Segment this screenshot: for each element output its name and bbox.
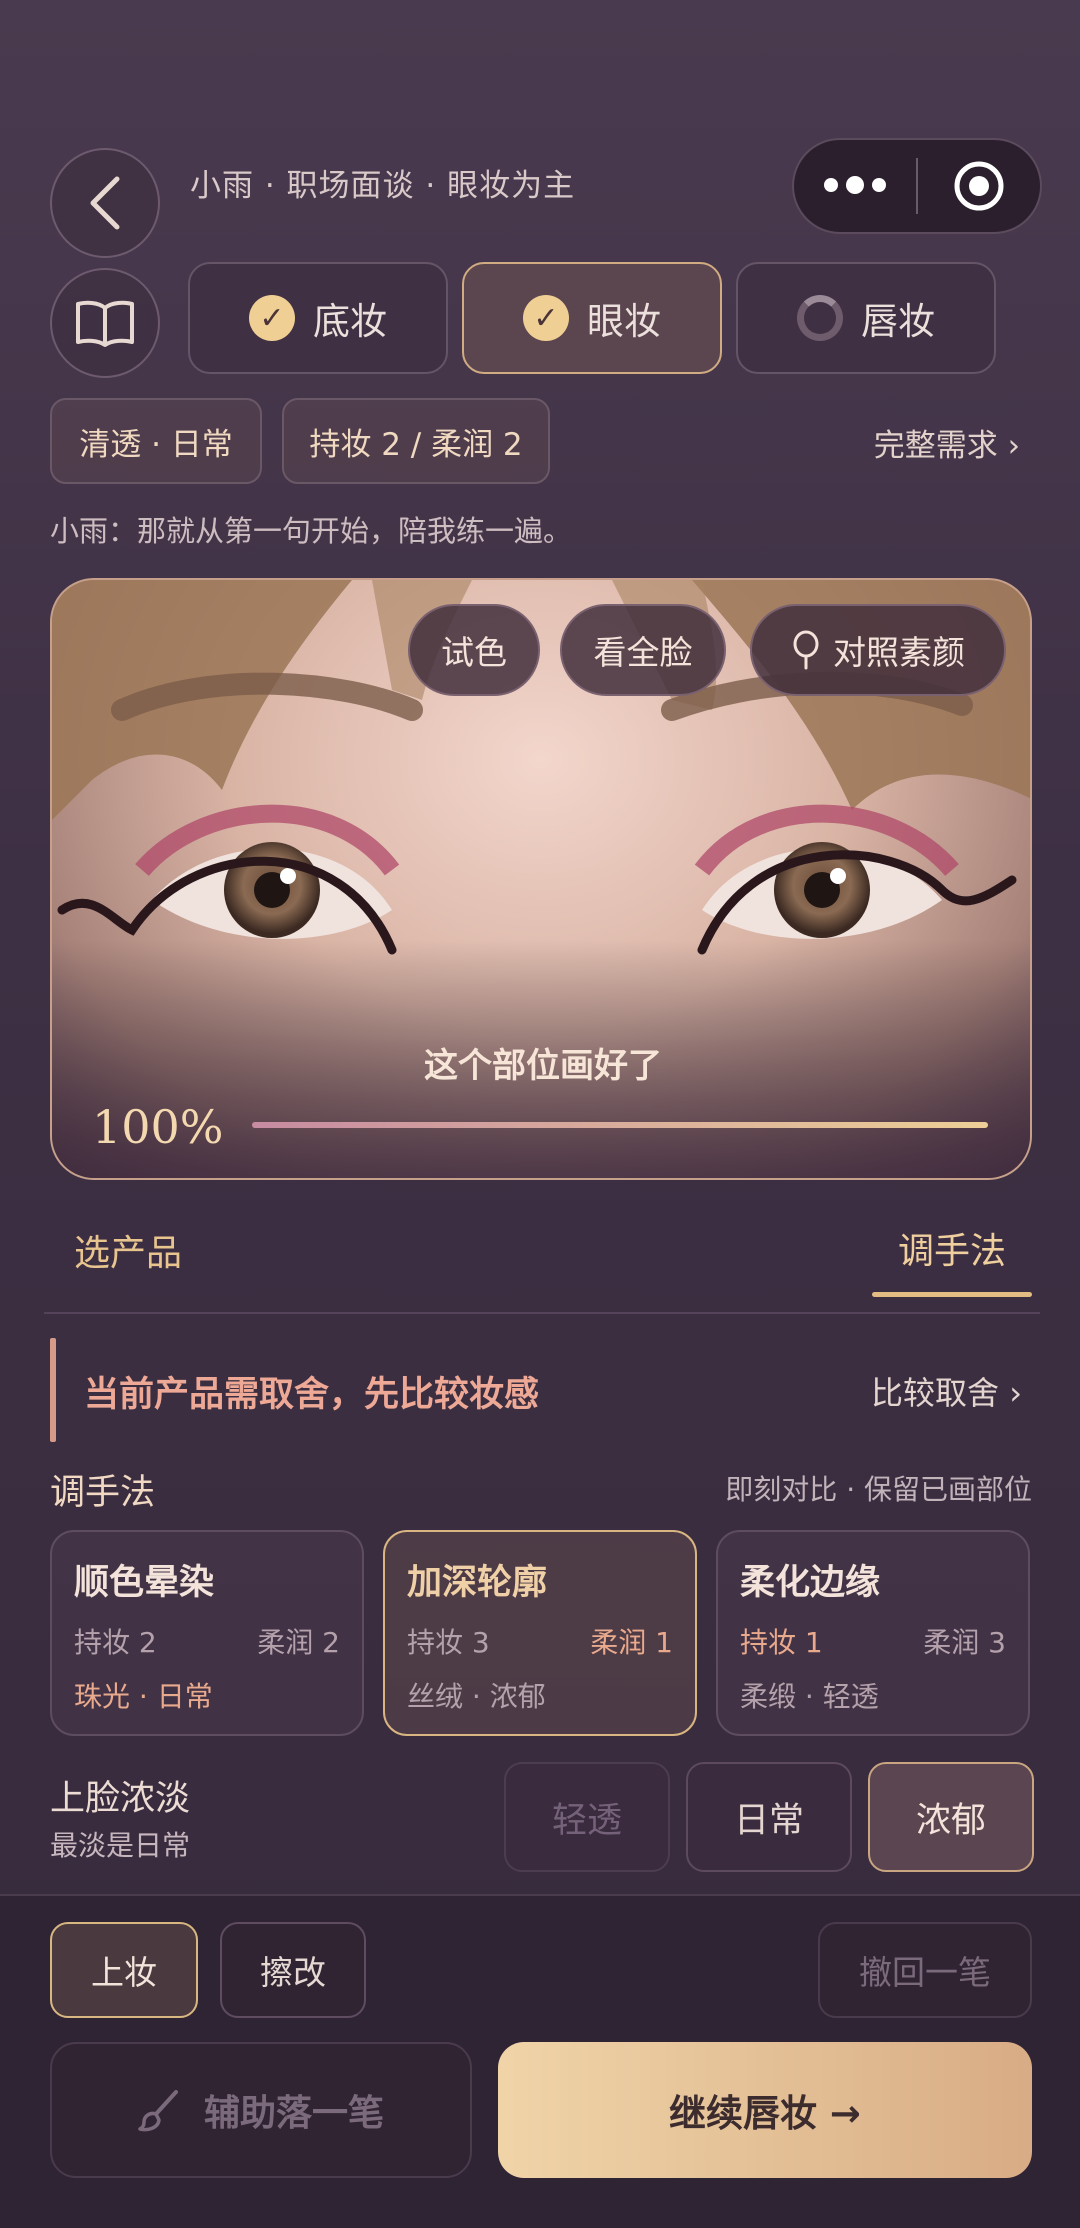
stage-label: 底妆 <box>313 300 387 343</box>
intensity-rich-button[interactable]: 浓郁 <box>868 1762 1034 1872</box>
wear-metric: 持妆 2 <box>74 1626 157 1659</box>
stage-label: 眼妆 <box>587 300 661 343</box>
check-icon: ✓ <box>523 295 569 341</box>
intensity-title: 上脸浓淡 <box>50 1779 191 1819</box>
stage-tab-foundation[interactable]: ✓ 底妆 <box>188 262 448 374</box>
progress-fill <box>252 1122 988 1128</box>
technique-card-soften[interactable]: 柔化边缘 持妆 1 柔润 3 柔缎 · 轻透 <box>716 1530 1030 1736</box>
card-title: 加深轮廓 <box>407 1563 548 1603</box>
hand-mirror-icon <box>793 630 819 670</box>
more-button[interactable] <box>794 176 916 194</box>
metrics-chip[interactable]: 持妆 2 / 柔润 2 <box>282 398 550 484</box>
intensity-subtitle: 最淡是日常 <box>50 1829 191 1862</box>
technique-card-blend[interactable]: 顺色晕染 持妆 2 柔润 2 珠光 · 日常 <box>50 1530 364 1736</box>
makeup-preview[interactable]: 试色 看全脸 对照素颜 这个部位画好了 100% <box>50 578 1032 1180</box>
card-tags: 丝绒 · 浓郁 <box>407 1680 546 1713</box>
brush-icon <box>138 2090 178 2132</box>
technique-title: 调手法 <box>50 1473 156 1513</box>
stage-label: 唇妆 <box>861 300 935 343</box>
style-chip[interactable]: 清透 · 日常 <box>50 398 262 484</box>
intensity-light-button[interactable]: 轻透 <box>504 1762 670 1872</box>
full-face-label: 看全脸 <box>593 633 693 672</box>
stage-tab-eye[interactable]: ✓ 眼妆 <box>462 262 722 374</box>
compare-bare-button[interactable]: 对照素颜 <box>750 604 1006 696</box>
progress-percent: 100% <box>92 1100 224 1154</box>
tab-indicator <box>872 1292 1032 1297</box>
assist-stroke-button[interactable]: 辅助落一笔 <box>50 2042 472 2178</box>
wear-metric: 持妆 3 <box>407 1626 490 1659</box>
soft-metric: 柔润 2 <box>257 1626 340 1659</box>
check-icon: ✓ <box>249 295 295 341</box>
compare-bare-label: 对照素颜 <box>833 633 965 672</box>
card-tags: 珠光 · 日常 <box>74 1680 213 1713</box>
wear-metric: 持妆 1 <box>740 1626 823 1659</box>
card-tags: 柔缎 · 轻透 <box>740 1680 879 1713</box>
more-dots-icon <box>824 176 886 194</box>
full-request-link[interactable]: 完整需求 › <box>874 420 1020 465</box>
open-book-icon <box>76 300 134 347</box>
tab-technique[interactable]: 调手法 <box>898 1222 1006 1274</box>
compare-tradeoff-link[interactable]: 比较取舍 › <box>871 1368 1022 1414</box>
card-title: 柔化边缘 <box>740 1563 881 1603</box>
tab-products[interactable]: 选产品 <box>74 1224 182 1276</box>
dialogue-line: 小雨：那就从第一句开始，陪我练一遍。 <box>50 514 573 548</box>
erase-tool-button[interactable]: 擦改 <box>220 1922 366 2018</box>
intensity-daily-button[interactable]: 日常 <box>686 1762 852 1872</box>
continue-lip-button[interactable]: 继续唇妆 → <box>498 2042 1032 2178</box>
target-circle-icon <box>954 161 1004 211</box>
soft-metric: 柔润 3 <box>923 1626 1006 1659</box>
notice-accent-bar <box>50 1338 56 1442</box>
technique-hint: 即刻对比 · 保留已画部位 <box>725 1473 1032 1506</box>
stage-tab-lip[interactable]: 唇妆 <box>736 262 996 374</box>
notice-text: 当前产品需取舍，先比较妆感 <box>84 1375 540 1415</box>
progress-ring-icon <box>797 295 843 341</box>
guide-book-button[interactable] <box>50 268 160 378</box>
card-title: 顺色晕染 <box>74 1563 215 1603</box>
undo-stroke-button[interactable]: 撤回一笔 <box>818 1922 1032 2018</box>
close-program-button[interactable] <box>918 160 1040 212</box>
card-metrics: 持妆 2 柔润 2 <box>74 1621 340 1661</box>
assist-label: 辅助落一笔 <box>203 2093 384 2134</box>
step-status: 这个部位画好了 <box>424 1046 662 1086</box>
technique-card-deepen[interactable]: 加深轮廓 持妆 3 柔润 1 丝绒 · 浓郁 <box>383 1530 697 1736</box>
card-metrics: 持妆 3 柔润 1 <box>407 1621 673 1661</box>
back-button[interactable] <box>50 148 160 258</box>
chevron-left-icon <box>90 176 120 230</box>
try-color-button[interactable]: 试色 <box>408 604 540 696</box>
soft-metric: 柔润 1 <box>590 1626 673 1659</box>
card-metrics: 持妆 1 柔润 3 <box>740 1621 1006 1661</box>
progress-track <box>252 1122 988 1128</box>
session-context: 小雨 · 职场面谈 · 眼妆为主 <box>190 168 576 204</box>
full-face-button[interactable]: 看全脸 <box>560 604 726 696</box>
apply-tool-button[interactable]: 上妆 <box>50 1922 198 2018</box>
mini-program-capsule <box>792 138 1042 234</box>
